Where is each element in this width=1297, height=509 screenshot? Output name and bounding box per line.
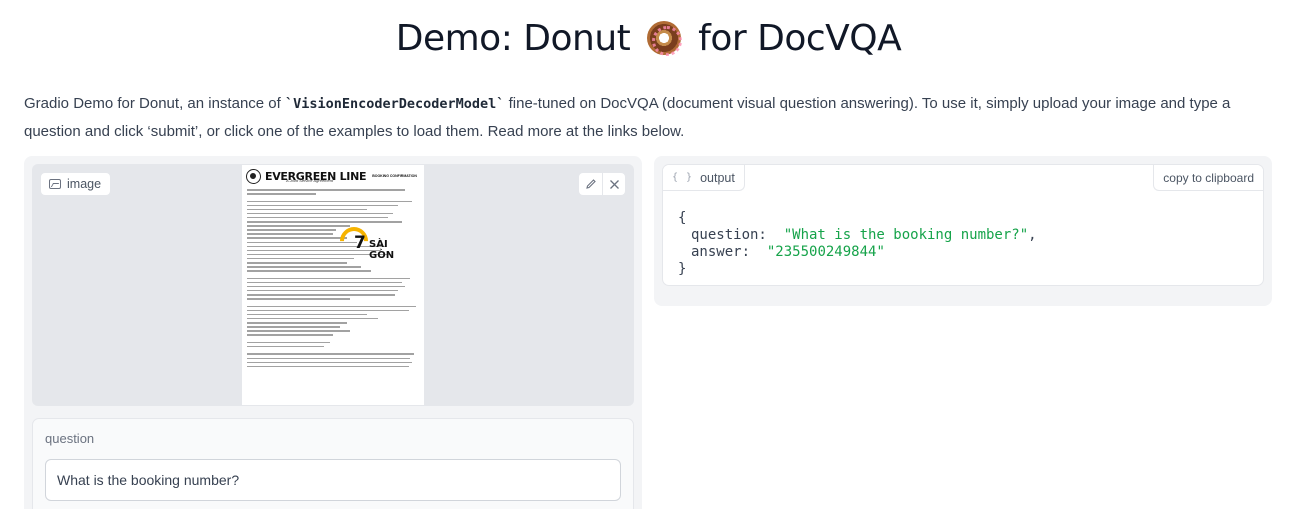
description-code: `VisionEncoderDecoderModel` <box>284 96 505 112</box>
question-input[interactable] <box>45 459 621 501</box>
copy-to-clipboard-button[interactable]: copy to clipboard <box>1153 165 1263 191</box>
stamp-number: 7 <box>354 233 366 253</box>
image-upload[interactable]: image EVERGREEN LINE BOOKING CONFIRMATIO… <box>32 164 634 406</box>
question-component: question <box>32 418 634 509</box>
image-label: image <box>67 177 102 191</box>
json-row-question: question: "What is the booking number?", <box>691 227 1037 243</box>
title-text-before: Demo: Donut <box>395 18 631 59</box>
json-row-answer: answer: "235500249844" <box>678 244 1037 261</box>
output-label-chip: { } output <box>663 165 745 191</box>
json-key-answer: answer: <box>691 244 751 260</box>
title-text-after: for DocVQA <box>698 18 902 59</box>
json-open-brace: { <box>678 210 687 226</box>
json-value-answer: "235500249844" <box>766 244 885 260</box>
image-label-chip: image <box>40 172 112 196</box>
description-part1: Gradio Demo for Donut, an instance of <box>24 95 285 112</box>
json-close-brace: } <box>678 261 687 277</box>
output-label: output <box>700 170 735 185</box>
uploaded-document-image: EVERGREEN LINE BOOKING CONFIRMATION A Jo… <box>242 165 424 405</box>
json-key-question: question: <box>691 227 767 243</box>
image-icon <box>49 179 61 189</box>
clear-button[interactable] <box>602 173 625 195</box>
document-header: EVERGREEN LINE BOOKING CONFIRMATION <box>246 167 422 185</box>
output-component: { } output copy to clipboard { question:… <box>662 164 1264 286</box>
description: Gradio Demo for Donut, an instance of `V… <box>24 90 1274 146</box>
page-title: Demo: Donut for DocVQA <box>0 18 1297 59</box>
question-label: question <box>45 431 95 446</box>
json-output: { question: "What is the booking number?… <box>678 210 1037 278</box>
saigon-stamp: 7 SÀI GÒN <box>334 221 410 261</box>
stamp-text: SÀI GÒN <box>369 239 395 261</box>
donut-emoji-icon <box>647 21 683 56</box>
output-panel: { } output copy to clipboard { question:… <box>654 156 1272 306</box>
edit-button[interactable] <box>579 173 602 195</box>
document-booking-label: BOOKING CONFIRMATION <box>372 174 417 178</box>
document-subtitle: A Joint Service Agreement <box>286 178 334 183</box>
json-braces-icon: { } <box>672 172 694 183</box>
json-value-question: "What is the booking number?" <box>783 227 1029 243</box>
pencil-icon <box>585 179 596 189</box>
close-icon <box>609 179 619 189</box>
evergreen-logo-icon <box>246 168 261 184</box>
image-toolbar <box>578 172 626 196</box>
document-text-lines <box>247 189 419 370</box>
input-panel: image EVERGREEN LINE BOOKING CONFIRMATIO… <box>24 156 642 509</box>
